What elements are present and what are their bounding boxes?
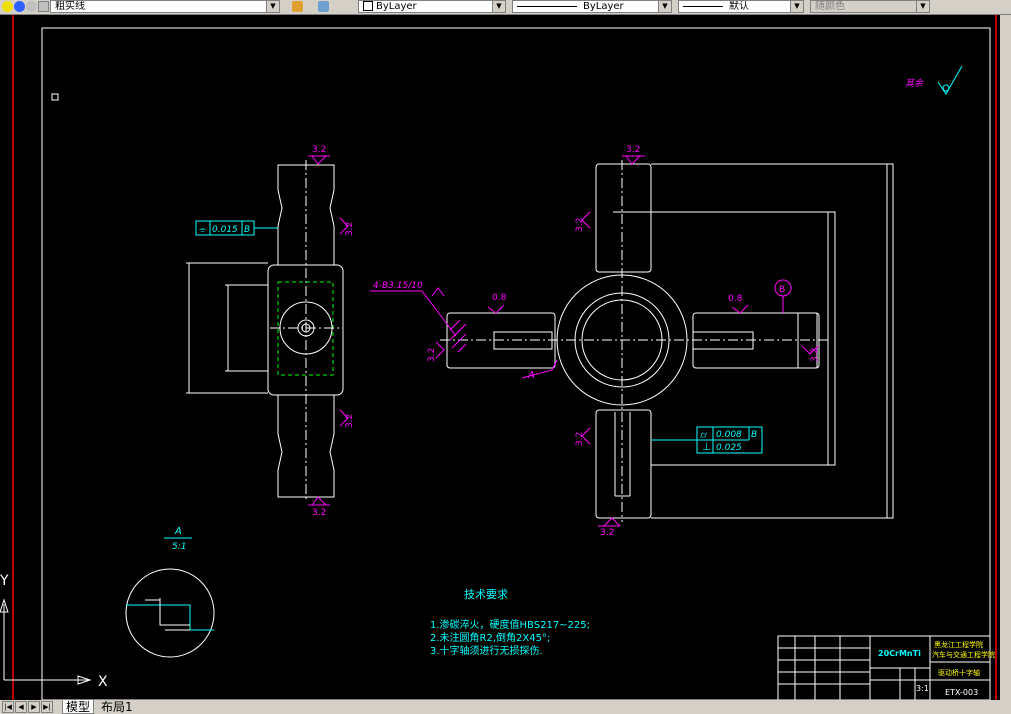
roughness-label: 3.2 bbox=[600, 528, 614, 538]
layer-name-text: 粗实线 bbox=[55, 1, 85, 12]
tab-layout1[interactable]: 布局1 bbox=[98, 700, 136, 714]
title-dept: 汽车与交通工程学院 bbox=[932, 650, 995, 659]
lineweight-text: 默认 bbox=[729, 1, 749, 12]
center-hole-text: 4-B3.15/10 bbox=[373, 281, 423, 291]
svg-text:Y: Y bbox=[0, 573, 9, 589]
svg-text:X: X bbox=[98, 674, 108, 690]
prev-tab-icon[interactable]: ◀ bbox=[15, 701, 27, 713]
svg-text:⌭: ⌭ bbox=[700, 430, 708, 441]
datum-b-label: B bbox=[779, 285, 785, 295]
color-text: ByLayer bbox=[376, 1, 417, 12]
right-view bbox=[440, 160, 894, 522]
last-tab-icon[interactable]: ▶| bbox=[41, 701, 53, 713]
roughness-label: 3.2 bbox=[345, 414, 355, 428]
properties-toolbar: 粗实线 ▼ ByLayer ▼ ByLayer ▼ 默认 ▼ 随颜色 ▼ bbox=[0, 0, 1011, 15]
color-combo[interactable]: ByLayer ▼ bbox=[358, 0, 506, 13]
section-detail-scale: 5:1 bbox=[172, 542, 186, 552]
linetype-text: ByLayer bbox=[583, 1, 624, 12]
title-scale: 3:1 bbox=[916, 684, 929, 693]
flatness-value: 0.015 bbox=[212, 225, 238, 235]
section-detail-title: A bbox=[174, 526, 182, 537]
other-roughness-symbol: 其余 bbox=[905, 65, 963, 95]
roughness-label: 0.8 bbox=[728, 294, 743, 304]
lineweight-sample bbox=[683, 5, 723, 7]
layer-state-icon[interactable] bbox=[2, 1, 13, 12]
flatness-datum: B bbox=[244, 225, 250, 235]
chevron-down-icon[interactable]: ▼ bbox=[916, 1, 929, 12]
tech-req-line: 1.渗碳淬火，硬度值HBS217~225; bbox=[430, 618, 590, 631]
title-drawing-no: ETX-003 bbox=[945, 688, 978, 697]
tech-req-line: 2.未注圆角R2,倒角2X45°; bbox=[430, 631, 550, 644]
layer-previous-icon[interactable] bbox=[318, 1, 329, 12]
chevron-down-icon[interactable]: ▼ bbox=[266, 1, 279, 12]
tech-req-line: 3.十字轴须进行无损探伤. bbox=[430, 644, 543, 657]
plotstyle-text: 随颜色 bbox=[815, 1, 845, 12]
lineweight-combo[interactable]: 默认 ▼ bbox=[678, 0, 804, 13]
layer-lock-icon[interactable] bbox=[26, 1, 37, 12]
make-current-layer-icon[interactable] bbox=[292, 1, 303, 12]
roughness-label: 3.2 bbox=[312, 145, 326, 155]
ucs-icon: Y X bbox=[0, 573, 108, 690]
center-hole-note: 4-B3.15/10 bbox=[370, 281, 457, 337]
layer-color-swatch-icon bbox=[38, 1, 49, 12]
color-swatch-icon bbox=[363, 1, 373, 11]
roughness-label: 3.2 bbox=[626, 145, 640, 155]
layout-tab-bar: |◀ ◀ ▶ ▶| 模型 布局1 bbox=[0, 700, 1011, 714]
position-datum: B bbox=[751, 430, 757, 440]
layer-freeze-icon[interactable] bbox=[14, 1, 25, 12]
perpendicularity-value: 0.025 bbox=[716, 443, 742, 453]
svg-text:⊥: ⊥ bbox=[702, 442, 711, 453]
title-school: 黑龙江工程学院 bbox=[934, 640, 983, 649]
chevron-down-icon[interactable]: ▼ bbox=[658, 1, 671, 12]
next-tab-icon[interactable]: ▶ bbox=[28, 701, 40, 713]
tech-req-title: 技术要求 bbox=[464, 588, 508, 601]
roughness-label: 3.2 bbox=[312, 508, 326, 518]
left-view bbox=[186, 160, 344, 500]
chevron-down-icon[interactable]: ▼ bbox=[790, 1, 803, 12]
roughness-label: 3.2 bbox=[427, 348, 437, 362]
title-material: 20CrMnTi bbox=[878, 649, 921, 658]
section-pointer-a: A bbox=[521, 359, 558, 381]
linetype-combo[interactable]: ByLayer ▼ bbox=[512, 0, 672, 13]
linetype-sample bbox=[517, 5, 577, 7]
technical-requirements: 技术要求 1.渗碳淬火，硬度值HBS217~225; 2.未注圆角R2,倒角2X… bbox=[430, 588, 590, 657]
section-pointer-label: A bbox=[527, 370, 535, 381]
roughness-label: 3.2 bbox=[810, 348, 820, 362]
section-detail-a: A 5:1 bbox=[125, 526, 215, 658]
right-view-roughness: 3.2 3.2 3.2 3.2 0.8 0.8 3.2 3.2 B bbox=[427, 145, 820, 538]
flatness-tolerance-frame: ⌯ 0.015 B bbox=[195, 220, 278, 236]
roughness-label: 3.2 bbox=[575, 218, 585, 232]
roughness-label: 3.2 bbox=[575, 432, 585, 446]
layer-combo[interactable]: 粗实线 ▼ bbox=[50, 0, 280, 13]
position-value: 0.008 bbox=[716, 430, 742, 440]
plotstyle-combo[interactable]: 随颜色 ▼ bbox=[810, 0, 930, 13]
center-hole-hatch bbox=[449, 319, 467, 353]
svg-text:其余: 其余 bbox=[905, 78, 924, 89]
svg-text:⌯: ⌯ bbox=[199, 225, 207, 235]
position-tolerance-frame: ⌭ 0.008 B ⊥ 0.025 bbox=[651, 426, 763, 454]
title-part-name: 驱动桥十字轴 bbox=[938, 668, 980, 677]
chevron-down-icon[interactable]: ▼ bbox=[492, 1, 505, 12]
roughness-label: 3.2 bbox=[345, 222, 355, 236]
drawing-frame bbox=[41, 27, 991, 700]
roughness-label: 0.8 bbox=[492, 293, 507, 303]
pickbox bbox=[51, 93, 59, 101]
vertical-scrollbar[interactable] bbox=[1000, 15, 1011, 700]
drawing-canvas[interactable]: 其余 3.2 3.2 3.2 3.2 ⌯ 0.015 B 3.2 3.2 3.2… bbox=[0, 15, 1000, 700]
tab-model[interactable]: 模型 bbox=[62, 700, 95, 714]
first-tab-icon[interactable]: |◀ bbox=[2, 701, 14, 713]
